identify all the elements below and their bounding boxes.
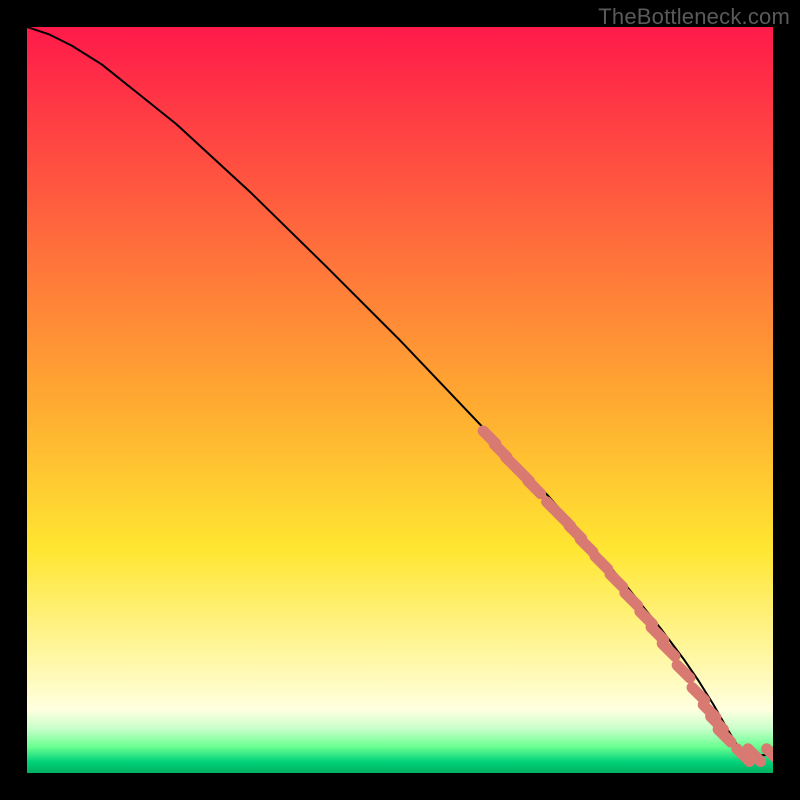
gradient-background (27, 27, 773, 773)
plot-area (27, 27, 773, 773)
watermark-text: TheBottleneck.com (598, 4, 790, 30)
chart-frame: TheBottleneck.com (0, 0, 800, 800)
chart-svg (27, 27, 773, 773)
